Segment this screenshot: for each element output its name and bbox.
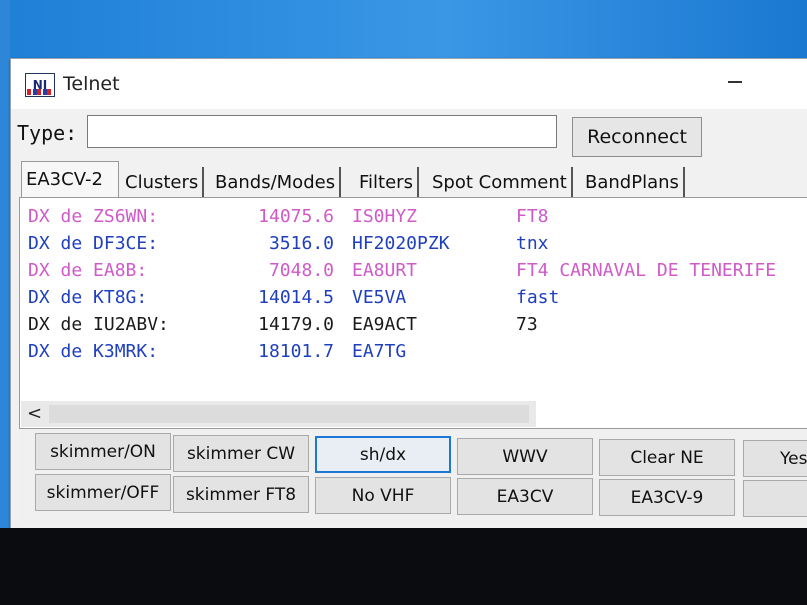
- skimmer-cw-button[interactable]: skimmer CW: [173, 435, 309, 472]
- skimmer-off-button[interactable]: skimmer/OFF: [35, 474, 171, 511]
- telnet-window: NI Telnet Type: Reconnect EA3CV-2 Cluste…: [10, 58, 807, 529]
- spot-spotter: DX de DF3CE:: [28, 233, 159, 254]
- spot-list-panel: DX de ZS6WN: 14075.6 IS0HYZ FT8 DX de DF3CE:…: [19, 197, 807, 429]
- tab-bands-modes[interactable]: Bands/Modes: [211, 167, 342, 197]
- command-input[interactable]: [87, 115, 557, 148]
- spot-callsign: IS0HYZ: [352, 206, 418, 227]
- spot-frequency: 3516.0: [268, 233, 334, 254]
- spot-frequency: 14179.0: [258, 314, 334, 335]
- title-bar: NI Telnet: [11, 59, 807, 109]
- monitor-bezel: [0, 528, 807, 605]
- skimmer-ft8-button[interactable]: skimmer FT8: [173, 476, 309, 513]
- spot-spotter: DX de IU2ABV:: [28, 314, 169, 335]
- tab-ea3cv-2[interactable]: EA3CV-2: [21, 161, 119, 197]
- spot-frequency: 14014.5: [258, 287, 334, 308]
- spot-callsign: EA9ACT: [352, 314, 418, 335]
- spot-frequency: 7048.0: [268, 260, 334, 281]
- spot-row[interactable]: DX de IU2ABV: 14179.0 EA9ACT 73: [28, 314, 788, 340]
- ea3cv-9-button[interactable]: EA3CV-9: [599, 479, 735, 516]
- spot-comment: fast: [516, 287, 560, 308]
- ea3cv-button[interactable]: EA3CV: [457, 478, 593, 515]
- tab-bandplans[interactable]: BandPlans: [581, 167, 685, 197]
- tab-strip: EA3CV-2 Clusters Bands/Modes Filters Spo…: [11, 159, 807, 197]
- tab-clusters[interactable]: Clusters: [121, 167, 205, 197]
- spot-callsign: EA8URT: [352, 260, 418, 281]
- spot-comment: 73: [516, 314, 538, 335]
- spot-row[interactable]: DX de EA8B: 7048.0 EA8URT FT4 CARNAVAL DE T…: [28, 260, 788, 286]
- spot-frequency: 14075.6: [258, 206, 334, 227]
- spot-spotter: DX de ZS6WN:: [28, 206, 159, 227]
- spot-row[interactable]: DX de KT8G: 14014.5 VE5VA fast: [28, 287, 788, 313]
- desktop-edge: [0, 0, 10, 540]
- horizontal-scrollbar[interactable]: <: [21, 401, 536, 427]
- spot-row[interactable]: DX de ZS6WN: 14075.6 IS0HYZ FT8: [28, 206, 788, 232]
- spot-spotter: DX de EA8B:: [28, 260, 148, 281]
- sh-dx-button[interactable]: sh/dx: [315, 436, 451, 473]
- spot-callsign: HF2020PZK: [352, 233, 450, 254]
- spot-spotter: DX de K3MRK:: [28, 341, 159, 362]
- spot-list: DX de ZS6WN: 14075.6 IS0HYZ FT8 DX de DF3CE:…: [28, 206, 807, 398]
- tab-spot-comment[interactable]: Spot Comment: [428, 167, 573, 197]
- skimmer-on-button[interactable]: skimmer/ON: [35, 433, 171, 470]
- type-label: Type:: [17, 121, 78, 145]
- spot-callsign: VE5VA: [352, 287, 407, 308]
- spot-row[interactable]: DX de DF3CE: 3516.0 HF2020PZK tnx: [28, 233, 788, 259]
- spot-spotter: DX de KT8G:: [28, 287, 148, 308]
- spot-callsign: EA7TG: [352, 341, 407, 362]
- app-logo-icon: NI: [25, 73, 55, 97]
- scrollbar-thumb[interactable]: [49, 405, 529, 423]
- macro-button-area: skimmer/ON skimmer CW sh/dx WWV Clear NE…: [19, 429, 807, 524]
- clear-ne-button[interactable]: Clear NE: [599, 439, 735, 476]
- macro-button-blank[interactable]: [743, 480, 807, 517]
- scroll-left-icon[interactable]: <: [27, 403, 42, 424]
- spot-comment: FT8: [516, 206, 549, 227]
- window-title: Telnet: [63, 73, 120, 95]
- reconnect-button[interactable]: Reconnect: [572, 117, 702, 157]
- command-bar: Type: Reconnect: [11, 111, 807, 161]
- wwv-button[interactable]: WWV: [457, 438, 593, 475]
- yes-button[interactable]: Yes: [743, 440, 807, 477]
- desktop-background: [0, 0, 807, 60]
- tab-filters[interactable]: Filters: [355, 167, 419, 197]
- spot-comment: FT4 CARNAVAL DE TENERIFE: [516, 260, 777, 281]
- minimize-icon[interactable]: [728, 81, 742, 83]
- spot-comment: tnx: [516, 233, 549, 254]
- no-vhf-button[interactable]: No VHF: [315, 477, 451, 514]
- spot-frequency: 18101.7: [258, 341, 334, 362]
- spot-row[interactable]: DX de K3MRK: 18101.7 EA7TG: [28, 341, 788, 367]
